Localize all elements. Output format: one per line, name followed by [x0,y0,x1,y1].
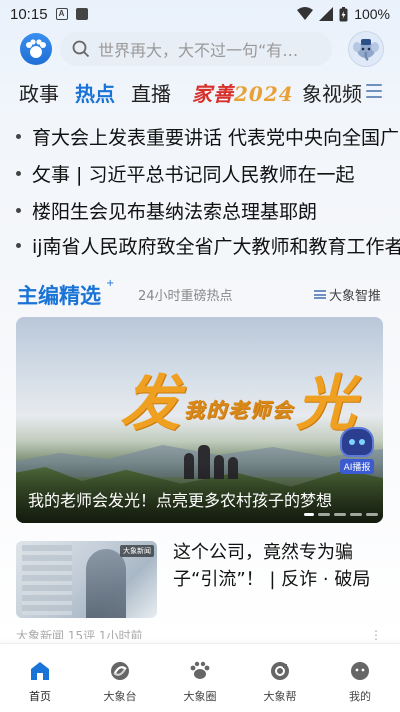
headline-text: 攵事 | 习近平总书记同人民教师在一起 [32,163,355,186]
wifi-icon [297,7,314,20]
nav-label: 我的 [349,690,371,703]
headline-text: ij南省人民政府致全省广大教师和教育工作者 [32,235,400,258]
feature-caption: 我的老师会发光！点亮更多农村孩子的梦想 [28,491,333,510]
status-right: 100% [297,6,390,22]
feature-card[interactable]: 发我的老师会光 我的老师会发光！点亮更多农村孩子的梦想 AI播报 [16,317,383,523]
tab-elephant-video[interactable]: 象视频 [302,78,362,107]
bullet-icon [16,170,21,176]
status-bar: 10:15 A 100% [0,0,400,28]
nav-elephant-help[interactable]: 大象帮 [240,644,320,712]
signal-icon [319,7,334,21]
tab-jiashan-2024[interactable]: 家善2024 [192,78,294,107]
calligraphy-small: 我的老师会 [184,398,294,422]
help-circle-icon [271,662,289,680]
section-title: 主编精选 [17,284,101,308]
channel-tabs: 政事 热点 直播 家善2024 象视频 [0,74,400,108]
more-options-icon[interactable]: ⋮ [370,628,382,640]
battery-icon [339,6,348,21]
nav-me[interactable]: 我的 [320,644,400,712]
bottom-nav: 首页 大象台 大象圈 大象帮 我的 [0,643,400,712]
section-subtitle: 24小时重磅热点 [138,289,233,304]
nav-label: 大象台 [103,690,137,703]
list-icon [314,290,326,299]
notification-a-icon: A [55,8,68,20]
smart-push-label: 大象智推 [329,289,382,304]
section-star: + [106,278,115,289]
nav-elephant-circle[interactable]: 大象圈 [160,644,240,712]
calligraphy-title: 发我的老师会光 [120,355,358,442]
ai-broadcast-button[interactable]: AI播报 [335,427,379,481]
elephant-logo-icon[interactable] [20,33,52,65]
news-thumbnail[interactable]: 大象新闻 [16,541,157,618]
thumbnail-badge: 大象新闻 [120,545,154,557]
nav-home[interactable]: 首页 [0,644,80,712]
headline-item[interactable]: 楼阳生会见布基纳法索总理基耶朗 [0,192,400,228]
notification-square-icon [75,8,88,20]
robot-icon [340,427,374,457]
nav-label: 首页 [29,690,51,703]
thumbnail-figure [86,549,126,618]
avatar[interactable] [348,31,384,67]
nav-label: 大象圈 [183,690,217,703]
calligraphy-char-a: 发 [120,369,182,439]
nav-label: 大象帮 [263,690,297,703]
tab-special-label-a: 家善 [192,82,234,106]
refresh-swirl-icon [111,662,129,680]
elephant-avatar-icon [353,39,379,61]
headline-text: 楼阳生会见布基纳法索总理基耶朗 [32,200,318,223]
face-icon [351,662,369,680]
nav-elephant-tv[interactable]: 大象台 [80,644,160,712]
search-placeholder: 世界再大，大不过一句“有… [98,41,299,60]
news-title[interactable]: 这个公司，竟然专为骗子“引流”！ | 反诈 · 破局 [173,539,385,593]
headline-item[interactable]: ij南省人民政府致全省广大教师和教育工作者 [0,227,400,263]
bullet-icon [16,133,21,139]
bullet-icon [16,207,21,213]
thumbnail-shelf [22,545,72,615]
headline-item[interactable]: 育大会上发表重要讲话 代表党中央向全国广 [0,118,400,154]
headline-text: 育大会上发表重要讲话 代表党中央向全国广 [32,126,400,149]
news-meta: 大象新闻 15评 1小时前 [16,629,143,639]
search-icon [72,40,90,58]
app-screen: 10:15 A 100% 世界再大，大不过一句“有… 政事 热点 直播 家善20… [0,0,400,712]
search-input[interactable]: 世界再大，大不过一句“有… [60,32,332,66]
status-time: 10:15 [10,5,48,23]
smart-push-button[interactable]: 大象智推 [314,285,381,304]
battery-percent: 100% [354,6,390,22]
header-bar: 世界再大，大不过一句“有… [0,28,400,68]
home-icon [31,662,49,680]
menu-icon[interactable] [366,84,382,98]
tab-politics[interactable]: 政事 [19,78,59,107]
tab-hot[interactable]: 热点 [75,78,115,107]
headline-item[interactable]: 攵事 | 习近平总书记同人民教师在一起 [0,155,400,191]
ai-broadcast-label: AI播报 [339,459,375,474]
tab-live[interactable]: 直播 [131,78,171,107]
bullet-icon [16,242,21,248]
paw-icon [190,661,210,679]
tab-special-label-b: 2024 [234,82,294,106]
carousel-indicator [304,513,378,516]
